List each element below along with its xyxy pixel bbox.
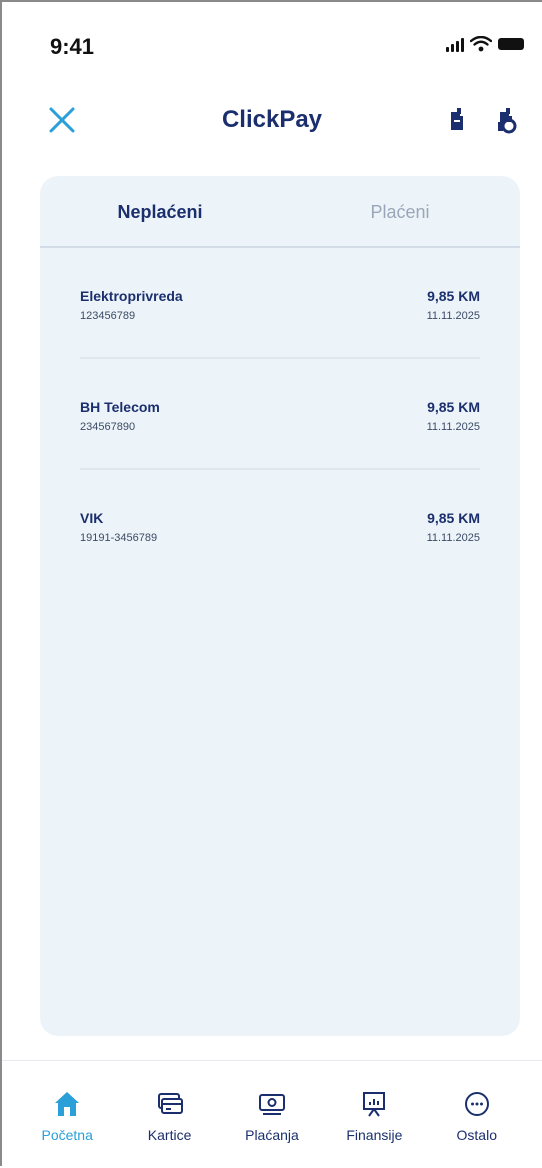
finance-icon <box>363 1092 386 1117</box>
status-bar: 9:41 <box>2 2 542 82</box>
bill-amount: 9,85 KM <box>427 399 480 415</box>
signal-icon <box>446 36 464 52</box>
home-icon <box>55 1092 80 1116</box>
bill-add-icon[interactable] <box>444 106 470 134</box>
bill-date: 11.11.2025 <box>426 421 480 433</box>
bill-date: 11.11.2025 <box>426 532 480 544</box>
nav-item-more[interactable]: Ostalo <box>432 1089 522 1168</box>
status-icons <box>446 36 524 52</box>
phone-screen: 9:41 ClickPay Neplaćeni Plaćeni Elektrop… <box>0 0 542 1168</box>
nav-label: Početna <box>41 1127 93 1143</box>
nav-label: Finansije <box>346 1127 403 1143</box>
header: ClickPay <box>2 92 542 148</box>
bill-name: Elektroprivreda <box>80 288 183 304</box>
tab-paid[interactable]: Plaćeni <box>280 176 520 248</box>
bill-row[interactable]: VIK 19191-3456789 9,85 KM 11.11.2025 <box>80 470 480 581</box>
wifi-icon <box>470 36 492 52</box>
status-time: 9:41 <box>50 34 95 59</box>
battery-icon <box>498 38 524 50</box>
nav-label: Ostalo <box>456 1127 497 1143</box>
payments-icon <box>258 1094 285 1115</box>
bill-reference: 19191-3456789 <box>80 532 158 544</box>
more-icon <box>464 1092 489 1116</box>
bill-amount: 9,85 KM <box>427 288 480 304</box>
bill-reference: 234567890 <box>80 421 136 433</box>
cards-icon <box>157 1093 183 1114</box>
bill-reference: 123456789 <box>80 310 136 322</box>
nav-item-finance[interactable]: Finansije <box>329 1089 419 1168</box>
bill-name: VIK <box>80 510 104 526</box>
bills-card: Neplaćeni Plaćeni Elektroprivreda 123456… <box>40 176 520 1036</box>
tab-unpaid[interactable]: Neplaćeni <box>40 176 280 248</box>
bill-settings-icon[interactable] <box>494 106 520 134</box>
bill-date: 11.11.2025 <box>426 310 480 322</box>
bill-tabs: Neplaćeni Plaćeni <box>40 176 520 248</box>
nav-item-home[interactable]: Početna <box>22 1089 112 1168</box>
bill-amount: 9,85 KM <box>427 510 480 526</box>
nav-label: Kartice <box>147 1127 192 1143</box>
bill-name: BH Telecom <box>80 399 160 415</box>
bottom-nav: Početna Kartice Plaćanja Finansije Ostal… <box>2 1060 542 1168</box>
bill-row[interactable]: Elektroprivreda 123456789 9,85 KM 11.11.… <box>80 248 480 359</box>
nav-item-payments[interactable]: Plaćanja <box>227 1089 317 1168</box>
bill-list: Elektroprivreda 123456789 9,85 KM 11.11.… <box>40 248 520 581</box>
nav-label: Plaćanja <box>245 1127 299 1143</box>
bill-row[interactable]: BH Telecom 234567890 9,85 KM 11.11.2025 <box>80 359 480 470</box>
nav-item-cards[interactable]: Kartice <box>125 1089 215 1168</box>
